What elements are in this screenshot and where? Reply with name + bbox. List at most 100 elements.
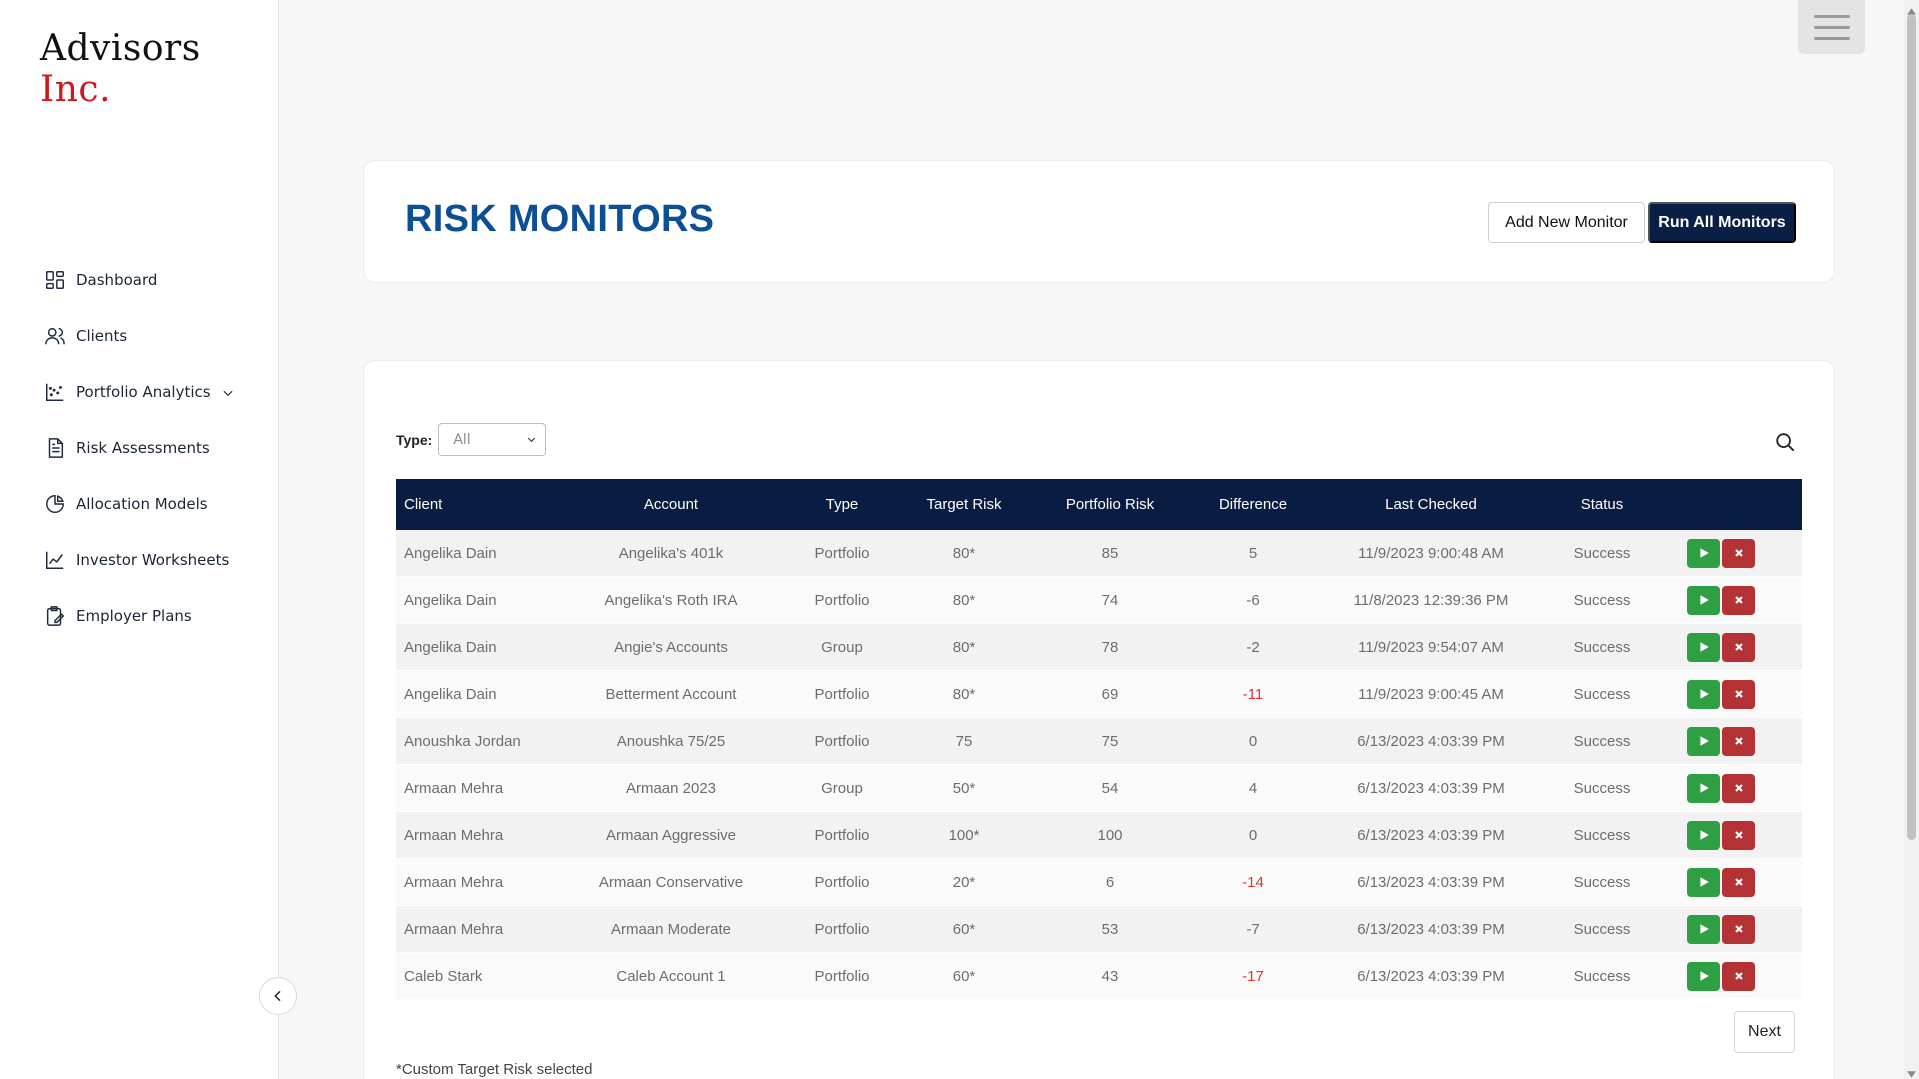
sidebar-item-investor-worksheets[interactable]: Investor Worksheets [44, 532, 264, 588]
run-monitor-button[interactable] [1687, 726, 1720, 756]
cell-status: Success [1573, 779, 1631, 797]
cell-type: Portfolio [814, 591, 870, 609]
type-select[interactable]: All [438, 423, 547, 456]
close-icon [1734, 737, 1743, 745]
row-actions [1658, 585, 1762, 615]
scroll-up-arrow-icon[interactable] [1906, 2, 1917, 15]
run-monitor-button[interactable] [1687, 538, 1720, 568]
run-monitor-button[interactable] [1687, 914, 1720, 944]
cell-account: Armaan Conservative [598, 873, 744, 891]
cell-status: Success [1573, 685, 1631, 703]
column-header[interactable]: Type [786, 496, 898, 513]
table-body: Angelika Dain Angelika's 401k Portfolio 80*… [396, 530, 1802, 1000]
cell-portfolio-risk: 43 [1101, 967, 1119, 985]
cell-account: Angelika's Roth IRA [604, 591, 738, 609]
row-actions [1658, 914, 1762, 944]
sidebar-item-employer-plans[interactable]: Employer Plans [44, 588, 264, 644]
brand-logo[interactable]: Advisors Inc. [40, 28, 278, 110]
run-monitor-button[interactable] [1687, 679, 1720, 709]
cell-status: Success [1573, 732, 1631, 750]
add-new-monitor-button[interactable]: Add New Monitor [1488, 202, 1645, 243]
cell-last-checked: 6/13/2023 4:03:39 PM [1357, 873, 1505, 891]
table-row: Armaan Mehra Armaan Aggressive Portfolio 10… [396, 812, 1802, 859]
sidebar-item-clients[interactable]: Clients [44, 308, 264, 364]
sidebar-item-label: Employer Plans [76, 607, 192, 625]
delete-monitor-button[interactable] [1722, 632, 1755, 662]
sidebar-collapse-button[interactable] [259, 977, 297, 1015]
delete-monitor-button[interactable] [1722, 538, 1755, 568]
row-actions [1658, 820, 1762, 850]
delete-monitor-button[interactable] [1722, 820, 1755, 850]
close-icon [1734, 784, 1743, 792]
sidebar: Advisors Inc. Dashboard Clients Portfoli… [0, 0, 279, 1079]
table-row: Armaan Mehra Armaan Moderate Portfolio 60* 5… [396, 906, 1802, 953]
sidebar-item-risk-assessments[interactable]: Risk Assessments [44, 420, 264, 476]
scatter-chart-icon [44, 381, 66, 403]
delete-monitor-button[interactable] [1722, 726, 1755, 756]
sidebar-item-portfolio-analytics[interactable]: Portfolio Analytics [44, 364, 264, 420]
cell-difference: -17 [1242, 967, 1264, 985]
table-row: Angelika Dain Angie's Accounts Group 80* 78 -… [396, 624, 1802, 671]
run-monitor-button[interactable] [1687, 773, 1720, 803]
cell-type: Portfolio [814, 732, 870, 750]
chevron-down-icon[interactable] [221, 385, 235, 399]
column-header[interactable]: Account [556, 496, 786, 513]
column-header[interactable]: Target Risk [898, 496, 1030, 513]
cell-client: Angelika Dain [404, 591, 497, 609]
run-monitor-button[interactable] [1687, 867, 1720, 897]
run-all-monitors-button[interactable]: Run All Monitors [1648, 202, 1796, 243]
menu-bar [1813, 25, 1850, 29]
column-header[interactable]: Client [396, 496, 556, 513]
cell-client: Anoushka Jordan [404, 732, 521, 750]
cell-status: Success [1573, 826, 1631, 844]
close-icon [1734, 972, 1743, 980]
row-actions [1658, 726, 1762, 756]
delete-monitor-button[interactable] [1722, 867, 1755, 897]
sidebar-item-allocation-models[interactable]: Allocation Models [44, 476, 264, 532]
row-actions [1658, 679, 1762, 709]
cell-type: Portfolio [814, 920, 870, 938]
delete-monitor-button[interactable] [1722, 773, 1755, 803]
table-row: Angelika Dain Betterment Account Portfolio… [396, 671, 1802, 718]
type-filter-label: Type: [396, 431, 433, 448]
next-page-button[interactable]: Next [1734, 1011, 1795, 1053]
column-header[interactable]: Status [1546, 496, 1658, 513]
column-header[interactable]: Portfolio Risk [1030, 496, 1190, 513]
column-header[interactable]: Last Checked [1316, 496, 1546, 513]
monitors-card: Type: All Client Account Type Target Ris… [363, 360, 1835, 1079]
delete-monitor-button[interactable] [1722, 961, 1755, 991]
sidebar-item-dashboard[interactable]: Dashboard [44, 252, 264, 308]
close-icon [1734, 878, 1743, 886]
delete-monitor-button[interactable] [1722, 914, 1755, 944]
table-row: Armaan Mehra Armaan 2023 Group 50* 54 4 6/13/2… [396, 765, 1802, 812]
column-header[interactable]: Difference [1190, 496, 1316, 513]
users-icon [44, 325, 66, 347]
cell-account: Betterment Account [605, 685, 737, 703]
menu-bar [1813, 36, 1850, 40]
cell-portfolio-risk: 75 [1101, 732, 1119, 750]
page-title: RISK MONITORS [405, 198, 715, 240]
document-icon [44, 437, 66, 459]
play-icon [1699, 830, 1709, 840]
run-monitor-button[interactable] [1687, 585, 1720, 615]
cell-client: Angelika Dain [404, 685, 497, 703]
delete-monitor-button[interactable] [1722, 585, 1755, 615]
hamburger-menu-button[interactable] [1798, 0, 1865, 54]
cell-target-risk: 20* [952, 873, 976, 891]
chevron-down-icon [528, 437, 536, 443]
sidebar-item-label: Dashboard [76, 271, 158, 289]
run-monitor-button[interactable] [1687, 632, 1720, 662]
cell-client: Caleb Stark [404, 967, 483, 985]
scroll-down-arrow-icon[interactable] [1906, 1065, 1917, 1078]
cell-difference: -7 [1246, 920, 1260, 938]
run-monitor-button[interactable] [1687, 820, 1720, 850]
play-icon [1699, 736, 1709, 746]
type-filter: Type: All [396, 423, 547, 456]
scrollbar-thumb[interactable] [1907, 14, 1916, 840]
play-icon [1699, 783, 1709, 793]
close-icon [1734, 643, 1743, 651]
search-button[interactable] [1774, 431, 1798, 455]
delete-monitor-button[interactable] [1722, 679, 1755, 709]
cell-difference: -6 [1246, 591, 1260, 609]
run-monitor-button[interactable] [1687, 961, 1720, 991]
